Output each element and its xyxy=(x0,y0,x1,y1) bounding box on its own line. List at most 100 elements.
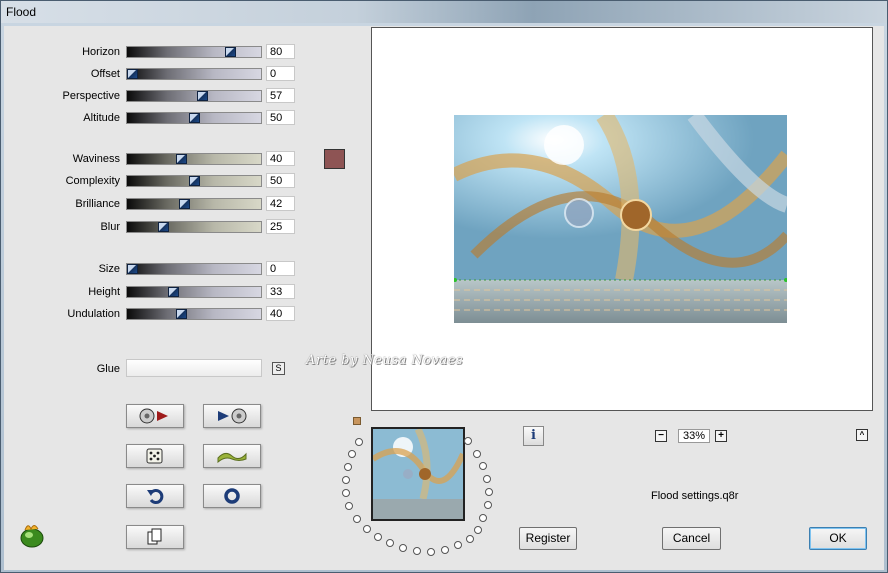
slider-track-0[interactable] xyxy=(126,46,262,58)
ok-button[interactable]: OK xyxy=(809,527,867,550)
navigator-handle[interactable] xyxy=(353,417,361,425)
navigator-dot[interactable] xyxy=(386,539,394,547)
slider-label-4: Waviness xyxy=(72,153,120,165)
navigator-dot[interactable] xyxy=(466,535,474,543)
reset-icon xyxy=(224,488,240,504)
navigator-dot[interactable] xyxy=(342,476,350,484)
window-title: Flood xyxy=(6,5,37,19)
watermark-text: Arte by Neusa Novaes xyxy=(306,353,464,368)
slider-thumb-0[interactable] xyxy=(225,47,236,57)
slider-track-2[interactable] xyxy=(126,90,262,102)
slider-label-1: Offset xyxy=(90,68,120,80)
flood-color-swatch[interactable] xyxy=(324,149,345,169)
slider-thumb-5[interactable] xyxy=(189,176,200,186)
navigator-dot[interactable] xyxy=(483,475,491,483)
slider-label-7: Blur xyxy=(100,221,120,233)
title-bar[interactable]: Flood xyxy=(1,1,887,23)
navigator-dot[interactable] xyxy=(479,514,487,522)
slider-value-3[interactable]: 50 xyxy=(266,110,295,125)
navigator-dot[interactable] xyxy=(484,501,492,509)
slider-thumb-3[interactable] xyxy=(189,113,200,123)
glue-label: Glue xyxy=(96,363,120,375)
slider-value-2[interactable]: 57 xyxy=(266,88,295,103)
slider-track-4[interactable] xyxy=(126,153,262,165)
navigator-dot[interactable] xyxy=(363,525,371,533)
random-button[interactable] xyxy=(126,444,184,468)
navigator-dot[interactable] xyxy=(485,488,493,496)
slider-track-3[interactable] xyxy=(126,112,262,124)
slider-track-7[interactable] xyxy=(126,221,262,233)
navigator-dot[interactable] xyxy=(374,533,382,541)
zoom-out-button[interactable]: − xyxy=(655,430,667,442)
slider-label-3: Altitude xyxy=(83,112,120,124)
slider-thumb-7[interactable] xyxy=(158,222,169,232)
copy-icon xyxy=(147,528,162,545)
zoom-in-button[interactable]: + xyxy=(715,430,727,442)
navigator-dot[interactable] xyxy=(345,502,353,510)
slider-label-8: Size xyxy=(98,263,120,275)
load-preset-icon xyxy=(139,408,168,424)
slider-label-0: Horizon xyxy=(82,46,120,58)
info-button[interactable]: i xyxy=(523,426,544,446)
slider-label-5: Complexity xyxy=(65,175,120,187)
wave-button[interactable] xyxy=(203,444,261,468)
slider-thumb-2[interactable] xyxy=(197,91,208,101)
reset-button[interactable] xyxy=(203,484,261,508)
slider-value-6[interactable]: 42 xyxy=(266,196,295,211)
dialog-client: Horizon 80 Offset 0 Perspective 57 Altitude 50 W… xyxy=(4,26,884,570)
save-preset-icon xyxy=(218,408,247,424)
preview-image xyxy=(454,115,787,323)
slider-track-8[interactable] xyxy=(126,263,262,275)
slider-track-9[interactable] xyxy=(126,286,262,298)
slider-value-8[interactable]: 0 xyxy=(266,261,295,276)
wave-icon xyxy=(217,452,247,464)
zoom-level[interactable]: 33% xyxy=(678,429,710,443)
slider-value-5[interactable]: 50 xyxy=(266,173,295,188)
navigator-dot[interactable] xyxy=(473,450,481,458)
slider-value-0[interactable]: 80 xyxy=(266,44,295,59)
navigator-dot[interactable] xyxy=(399,544,407,552)
navigator-dot[interactable] xyxy=(427,548,435,556)
random-dice-icon xyxy=(146,448,163,464)
slider-track-5[interactable] xyxy=(126,175,262,187)
slider-thumb-4[interactable] xyxy=(176,154,187,164)
slider-track-1[interactable] xyxy=(126,68,262,80)
navigator-dot[interactable] xyxy=(479,462,487,470)
navigator-thumbnail[interactable] xyxy=(371,427,465,521)
copy-button[interactable] xyxy=(126,525,184,549)
slider-value-9[interactable]: 33 xyxy=(266,284,295,299)
register-button[interactable]: Register xyxy=(519,527,577,550)
slider-value-7[interactable]: 25 xyxy=(266,219,295,234)
slider-thumb-8[interactable] xyxy=(127,264,138,274)
glue-option-button[interactable]: S xyxy=(272,362,285,375)
settings-file-name: Flood settings.q8r xyxy=(651,490,739,502)
slider-thumb-1[interactable] xyxy=(127,69,138,79)
slider-label-9: Height xyxy=(88,286,120,298)
navigator-dot[interactable] xyxy=(344,463,352,471)
navigator-dot[interactable] xyxy=(441,546,449,554)
slider-thumb-6[interactable] xyxy=(179,199,190,209)
navigator-dot[interactable] xyxy=(348,450,356,458)
navigator-dot[interactable] xyxy=(353,515,361,523)
navigator-dot[interactable] xyxy=(355,438,363,446)
slider-thumb-9[interactable] xyxy=(168,287,179,297)
slider-value-4[interactable]: 40 xyxy=(266,151,295,166)
slider-value-1[interactable]: 0 xyxy=(266,66,295,81)
undo-button[interactable] xyxy=(126,484,184,508)
navigator-dot[interactable] xyxy=(342,489,350,497)
cancel-button[interactable]: Cancel xyxy=(662,527,721,550)
navigator-dot[interactable] xyxy=(413,547,421,555)
slider-track-10[interactable] xyxy=(126,308,262,320)
slider-thumb-10[interactable] xyxy=(176,309,187,319)
navigator-dot[interactable] xyxy=(464,437,472,445)
filter-logo-icon xyxy=(20,525,44,548)
navigator-dot[interactable] xyxy=(454,541,462,549)
slider-label-6: Brilliance xyxy=(75,198,120,210)
save-preset-button[interactable] xyxy=(203,404,261,428)
load-preset-button[interactable] xyxy=(126,404,184,428)
collapse-button[interactable]: ^ xyxy=(856,429,868,441)
slider-value-10[interactable]: 40 xyxy=(266,306,295,321)
glue-field[interactable] xyxy=(126,359,262,377)
slider-track-6[interactable] xyxy=(126,198,262,210)
navigator-dot[interactable] xyxy=(474,526,482,534)
